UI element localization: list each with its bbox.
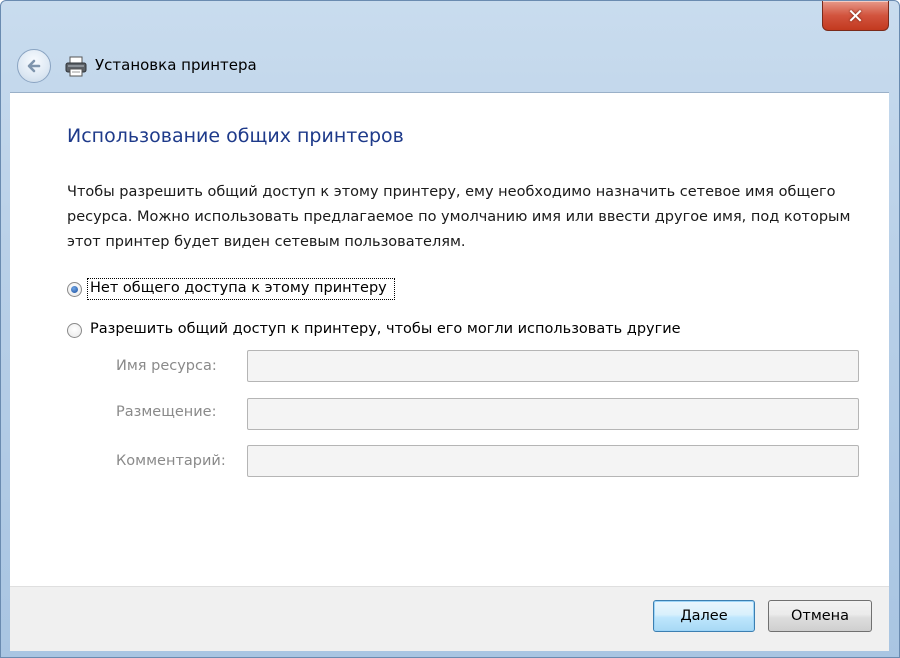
next-button[interactable]: Далее <box>653 600 755 632</box>
share-printer-radio[interactable] <box>67 323 82 338</box>
cancel-button[interactable]: Отмена <box>768 600 872 632</box>
button-bar <box>10 586 889 651</box>
comment-label: Комментарий: <box>116 453 226 469</box>
content-panel <box>10 92 889 586</box>
back-button[interactable] <box>17 49 51 83</box>
no-sharing-radio[interactable] <box>67 282 82 297</box>
no-sharing-label[interactable]: Нет общего доступа к этому принтеру <box>90 280 387 296</box>
back-arrow-icon <box>27 59 41 73</box>
window-title: Установка принтера <box>95 56 257 74</box>
share-name-label: Имя ресурса: <box>116 358 217 374</box>
share-printer-label[interactable]: Разрешить общий доступ к принтеру, чтобы… <box>90 321 681 337</box>
location-input[interactable] <box>247 398 859 430</box>
close-icon: ✕ <box>847 3 864 28</box>
close-button[interactable]: ✕ <box>822 1 889 31</box>
comment-input[interactable] <box>247 445 859 477</box>
printer-icon <box>65 56 87 77</box>
page-title: Использование общих принтеров <box>67 125 404 147</box>
location-label: Размещение: <box>116 404 217 420</box>
share-name-input[interactable] <box>247 350 859 382</box>
page-description: Чтобы разрешить общий доступ к этому при… <box>67 184 851 250</box>
